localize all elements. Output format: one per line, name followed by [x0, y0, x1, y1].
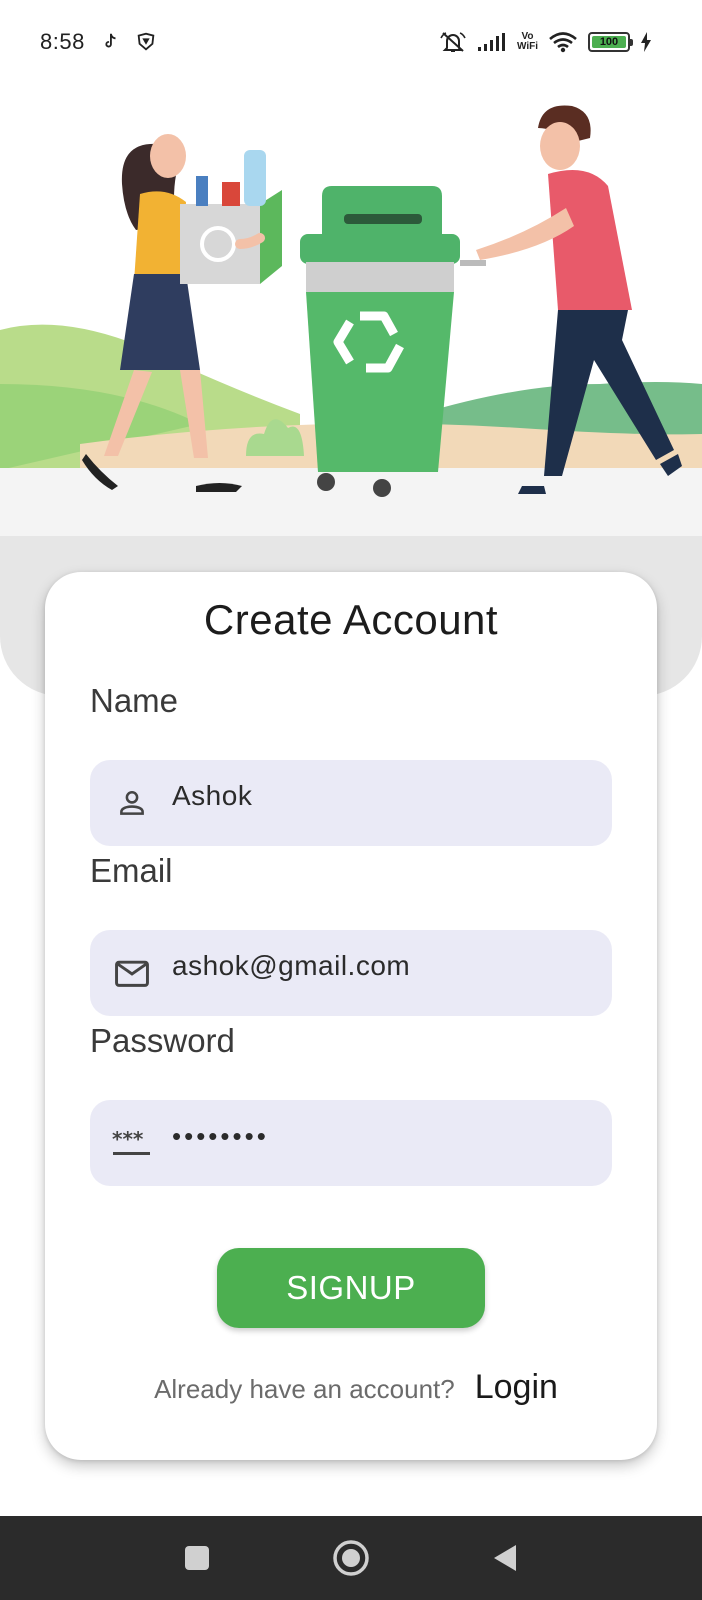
recycling-illustration — [0, 84, 702, 536]
password-input[interactable]: •••••••• — [172, 1121, 269, 1152]
tiktok-icon — [99, 31, 121, 53]
signup-screen: 8:58 Vo WiFi 100 Create Account Name Ash… — [0, 0, 702, 1600]
email-input[interactable]: ashok@gmail.com — [172, 950, 410, 982]
email-field[interactable]: ashok@gmail.com — [90, 930, 612, 1016]
signup-button[interactable]: SIGNUP — [217, 1248, 485, 1328]
signup-card: Create Account Name Ashok Email ashok@gm… — [45, 572, 657, 1460]
charging-icon — [640, 32, 652, 52]
svg-text:***: *** — [112, 1128, 144, 1151]
status-time: 8:58 — [40, 29, 85, 54]
login-link[interactable]: Login — [475, 1368, 558, 1407]
login-hint-text: Already have an account? — [154, 1374, 455, 1404]
back-icon[interactable] — [483, 1536, 527, 1580]
system-nav-bar — [0, 1516, 702, 1600]
status-bar: 8:58 Vo WiFi 100 — [0, 0, 702, 84]
vowifi-indicator: Vo WiFi — [516, 31, 538, 52]
name-label: Name — [90, 682, 179, 719]
signal-icon — [477, 32, 507, 52]
home-icon[interactable] — [329, 1536, 373, 1580]
vpn-shield-icon — [135, 31, 157, 53]
page-title: Create Account — [203, 596, 499, 643]
mail-icon — [112, 953, 152, 993]
battery-icon: 100 — [588, 32, 633, 52]
password-icon: *** — [112, 1123, 152, 1163]
name-field[interactable]: Ashok — [90, 760, 612, 846]
login-row: Already have an account? Login — [45, 1368, 657, 1407]
name-input[interactable]: Ashok — [172, 780, 252, 812]
email-label: Email — [90, 852, 173, 889]
wifi-icon — [548, 31, 578, 53]
password-label: Password — [90, 1022, 235, 1059]
mute-icon — [439, 30, 467, 54]
password-field[interactable]: *** •••••••• — [90, 1100, 612, 1186]
recent-apps-icon[interactable] — [175, 1536, 219, 1580]
person-icon — [112, 783, 152, 823]
